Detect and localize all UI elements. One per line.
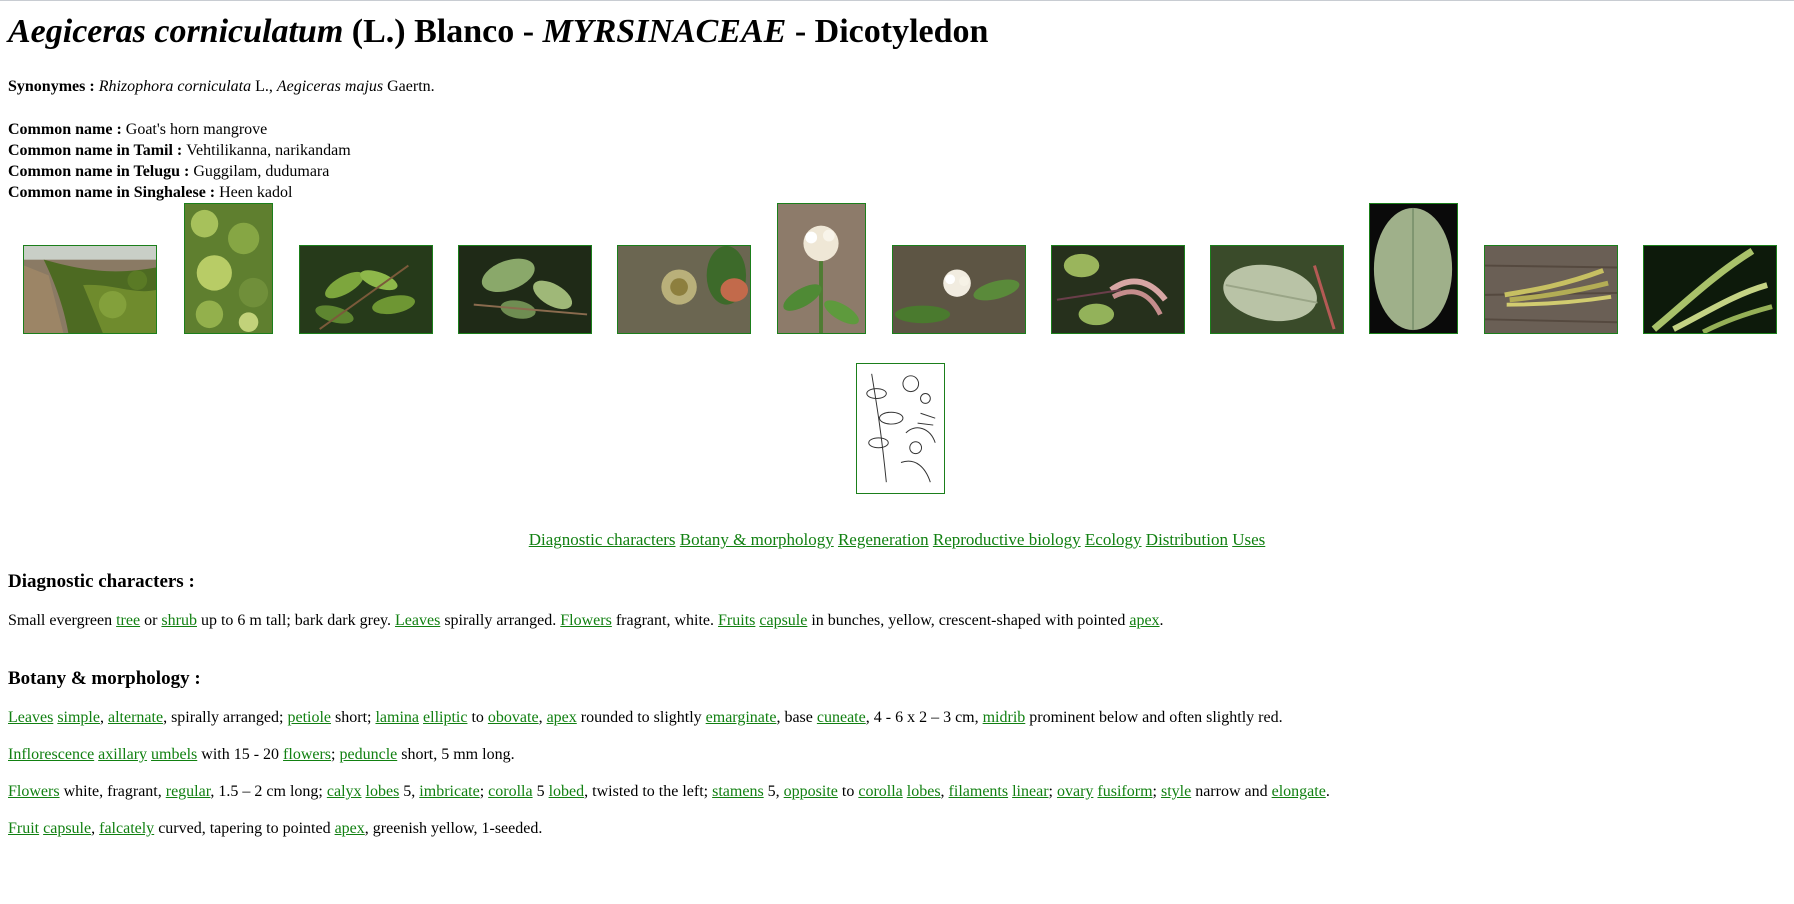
botany-heading: Botany & morphology : <box>8 668 201 689</box>
synonym-2-author: Gaertn. <box>383 78 435 95</box>
glossary-link[interactable]: emarginate <box>706 709 777 726</box>
glossary-link[interactable]: Fruits <box>718 612 755 629</box>
synonym-2: Aegiceras majus <box>276 78 384 95</box>
glossary-link[interactable]: tree <box>116 612 140 629</box>
glossary-link[interactable]: fusiform <box>1097 783 1152 800</box>
glossary-link[interactable]: obovate <box>488 709 539 726</box>
nav-distribution[interactable]: Distribution <box>1146 530 1228 549</box>
glossary-link[interactable]: alternate <box>108 709 163 726</box>
glossary-link[interactable]: stamens <box>712 783 764 800</box>
glossary-link[interactable]: flowers <box>283 746 331 763</box>
glossary-link[interactable]: cuneate <box>817 709 866 726</box>
glossary-link[interactable]: style <box>1161 783 1191 800</box>
glossary-link[interactable]: falcately <box>99 820 154 837</box>
glossary-link[interactable]: apex <box>547 709 577 726</box>
species-author: (L.) Blanco - <box>343 13 543 50</box>
glossary-link[interactable]: capsule <box>43 820 91 837</box>
glossary-link[interactable]: lobes <box>366 783 400 800</box>
plant-group: - Dicotyledon <box>786 13 989 50</box>
nav-botany-morphology[interactable]: Botany & morphology <box>680 530 834 549</box>
common-name-tamil-label: Common name in Tamil : <box>8 142 187 159</box>
leaf-underside-photo[interactable] <box>1210 245 1344 334</box>
flower-bud-photo[interactable] <box>617 245 751 334</box>
glossary-link[interactable]: capsule <box>759 612 807 629</box>
glossary-link[interactable]: imbricate <box>419 783 479 800</box>
common-name-telugu-row: Common name in Telugu : Guggilam, duduma… <box>8 161 1786 182</box>
glossary-link[interactable]: petiole <box>287 709 331 726</box>
glossary-link[interactable]: opposite <box>784 783 838 800</box>
glossary-link[interactable]: corolla <box>858 783 902 800</box>
common-name-label: Common name : <box>8 121 126 138</box>
glossary-link[interactable]: simple <box>57 709 100 726</box>
glossary-link[interactable]: Leaves <box>395 612 440 629</box>
nav-uses[interactable]: Uses <box>1232 530 1265 549</box>
synonym-1: Rhizophora corniculata <box>98 78 252 95</box>
glossary-link[interactable]: regular <box>166 783 211 800</box>
glossary-link[interactable]: axillary <box>98 746 147 763</box>
glossary-link[interactable]: shrub <box>161 612 197 629</box>
mangrove-stand-photo[interactable] <box>23 245 157 334</box>
nav-diagnostic-characters[interactable]: Diagnostic characters <box>529 530 676 549</box>
common-name-row: Common name : Goat's horn mangrove <box>8 119 1786 140</box>
glossary-link[interactable]: apex <box>1129 612 1159 629</box>
common-name-telugu-value: Guggilam, dudumara <box>193 163 330 180</box>
glossary-link[interactable]: elongate <box>1272 783 1326 800</box>
glossary-link[interactable]: Inflorescence <box>8 746 94 763</box>
glossary-link[interactable]: elliptic <box>423 709 467 726</box>
glossary-link[interactable]: ovary <box>1057 783 1093 800</box>
photo-gallery <box>0 203 1794 503</box>
leaf-detail-photo[interactable] <box>1369 203 1458 334</box>
species-name: Aegiceras corniculatum <box>8 13 344 50</box>
glossary-link[interactable]: umbels <box>151 746 197 763</box>
glossary-link[interactable]: Leaves <box>8 709 53 726</box>
fruit-description: Fruit capsule, falcately curved, taperin… <box>8 820 543 837</box>
section-navigation: Diagnostic characters Botany & morpholog… <box>0 530 1794 550</box>
leafy-branch-photo[interactable] <box>299 245 433 334</box>
common-name-telugu-label: Common name in Telugu : <box>8 163 194 180</box>
page-title: Aegiceras corniculatum (L.) Blanco - MYR… <box>8 13 1786 51</box>
glossary-link[interactable]: Flowers <box>560 612 612 629</box>
shrub-foliage-photo[interactable] <box>184 203 273 334</box>
common-name-value: Goat's horn mangrove <box>125 121 268 138</box>
flowers-description: Flowers white, fragrant, regular, 1.5 – … <box>8 783 1330 800</box>
glossary-link[interactable]: linear <box>1012 783 1048 800</box>
flower-cluster-photo[interactable] <box>777 203 866 334</box>
glossary-link[interactable]: peduncle <box>339 746 397 763</box>
leaf-closeup-photo[interactable] <box>458 245 592 334</box>
synonyms-line: Synonymes : Rhizophora corniculata L., A… <box>8 77 1786 97</box>
botanical-drawing[interactable] <box>856 363 945 494</box>
common-name-singhalese-row: Common name in Singhalese : Heen kadol <box>8 182 1786 203</box>
glossary-link[interactable]: lobed <box>549 783 585 800</box>
fruit-bunch-photo[interactable] <box>1051 245 1185 334</box>
common-name-tamil-value: Vehtilikanna, narikandam <box>186 142 351 159</box>
synonyms-label: Synonymes : <box>8 78 99 95</box>
leaves-description: Leaves simple, alternate, spirally arran… <box>8 709 1283 726</box>
common-name-tamil-row: Common name in Tamil : Vehtilikanna, nar… <box>8 140 1786 161</box>
glossary-link[interactable]: filaments <box>949 783 1009 800</box>
common-names: Common name : Goat's horn mangrove Commo… <box>8 119 1786 203</box>
glossary-link[interactable]: corolla <box>488 783 532 800</box>
fruit-closeup-photo[interactable] <box>1643 245 1777 334</box>
common-name-singhalese-label: Common name in Singhalese : <box>8 184 220 201</box>
glossary-link[interactable]: Fruit <box>8 820 39 837</box>
nav-regeneration[interactable]: Regeneration <box>838 530 929 549</box>
nav-ecology[interactable]: Ecology <box>1085 530 1142 549</box>
nav-reproductive-biology[interactable]: Reproductive biology <box>933 530 1081 549</box>
glossary-link[interactable]: lamina <box>375 709 419 726</box>
common-name-singhalese-value: Heen kadol <box>219 184 293 201</box>
glossary-link[interactable]: apex <box>335 820 365 837</box>
diagnostic-text: Small evergreen tree or shrub up to 6 m … <box>8 612 1164 629</box>
inflorescence-photo[interactable] <box>892 245 1026 334</box>
glossary-link[interactable]: Flowers <box>8 783 60 800</box>
fruits-on-wood-photo[interactable] <box>1484 245 1618 334</box>
glossary-link[interactable]: lobes <box>907 783 941 800</box>
glossary-link[interactable]: midrib <box>983 709 1026 726</box>
inflorescence-description: Inflorescence axillary umbels with 15 - … <box>8 746 515 763</box>
glossary-link[interactable]: calyx <box>327 783 362 800</box>
diagnostic-heading: Diagnostic characters : <box>8 571 195 592</box>
synonym-1-author: L., <box>251 78 277 95</box>
family-name: MYRSINACEAE <box>542 13 787 50</box>
